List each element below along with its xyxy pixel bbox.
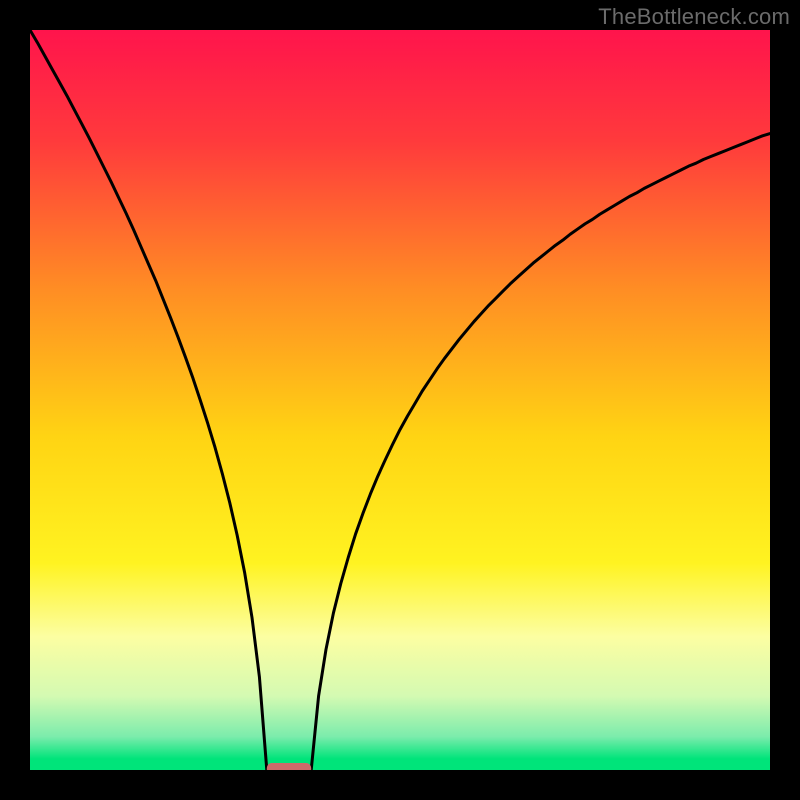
optimal-marker [267, 763, 311, 770]
watermark-text: TheBottleneck.com [598, 4, 790, 30]
chart-frame [30, 30, 770, 770]
chart-svg [30, 30, 770, 770]
chart-background [30, 30, 770, 770]
